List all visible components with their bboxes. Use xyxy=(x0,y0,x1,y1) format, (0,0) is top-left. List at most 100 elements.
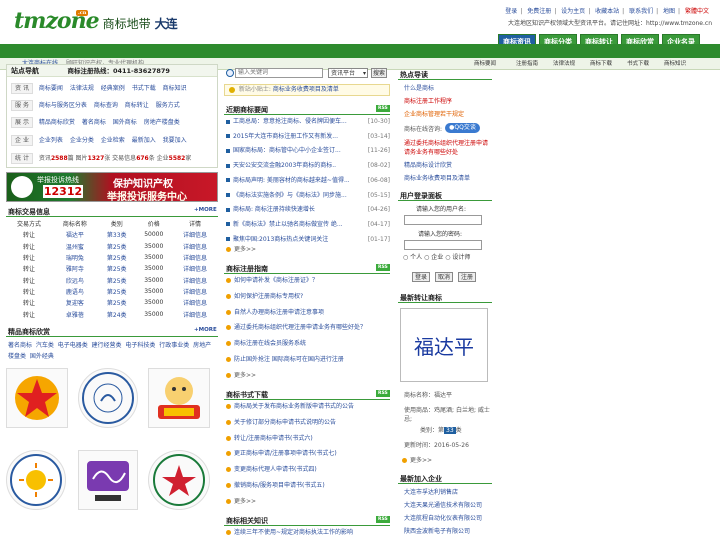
subnav-link-2[interactable]: 注册指南 xyxy=(516,58,538,70)
nav-link-method[interactable]: 服务方式 xyxy=(156,102,180,109)
download-item[interactable]: 商标局关于发布商标业务新版申请书式的公告 xyxy=(226,402,390,412)
news-item[interactable]: 新《商标法》禁止以驰名商标做宣传 绝... [04-17] xyxy=(226,220,390,230)
radio-personal[interactable]: ○ xyxy=(403,254,408,261)
trade-class[interactable]: 第25类 xyxy=(98,286,136,297)
newcomp-item-4[interactable]: 陕西金波新电子有限公司 xyxy=(404,526,470,535)
nav-link-fine[interactable]: 精品商标欣赏 xyxy=(39,119,75,126)
password-input[interactable] xyxy=(404,240,482,250)
trade-class[interactable]: 第33类 xyxy=(98,229,136,240)
guide-item[interactable]: 如何申请补发《商标注册证》？ xyxy=(226,276,390,286)
trademark-thumb-2[interactable] xyxy=(78,368,138,428)
radio-designer[interactable]: ○ xyxy=(445,254,450,261)
trade-detail[interactable]: 详细信息 xyxy=(172,263,218,274)
radio-company[interactable]: ○ xyxy=(424,254,429,261)
trade-more-link[interactable]: +MORE xyxy=(194,207,217,213)
news-rss-badge[interactable]: RSS xyxy=(376,105,390,112)
knowledge-rss-badge[interactable]: RSS xyxy=(376,516,390,523)
nav-link-query[interactable]: 商标查询 xyxy=(94,102,118,109)
nav-link-knowledge[interactable]: 商标知识 xyxy=(163,85,187,92)
guide-more-link[interactable]: 更多>> xyxy=(226,371,256,381)
download-more-link[interactable]: 更多>> xyxy=(226,497,256,507)
fine-more-link[interactable]: +MORE xyxy=(194,327,217,333)
username-input[interactable] xyxy=(404,215,482,225)
news-item[interactable]: 国家商标局：商标管中心中小企业签订... [11-26] xyxy=(226,146,390,156)
nav-link-law[interactable]: 法律法规 xyxy=(70,85,94,92)
trade-detail[interactable]: 详细信息 xyxy=(172,297,218,308)
fine-link-admin[interactable]: 行政事业类 xyxy=(159,342,189,349)
trade-name[interactable]: 温州蜜 xyxy=(52,241,98,252)
news-item[interactable]: 《商标法实施条例》与《商标法》同步施... [05-15] xyxy=(226,191,390,201)
guide-item[interactable]: 商标注册在线会员服务系统 xyxy=(226,339,390,349)
trade-name[interactable]: 卓雅蓓 xyxy=(52,308,98,319)
hot-link-2[interactable]: 商标注册工作程序 xyxy=(404,96,452,105)
download-item[interactable]: 关于修订部分商标申请书式说明的公告 xyxy=(226,418,390,428)
knowledge-item[interactable]: 连续三年不使用~规定对商标执法工作的影响 xyxy=(226,528,386,538)
tip-link[interactable]: 商标业务收费项目及清单 xyxy=(273,86,339,93)
hot-link-7[interactable]: 商标业务收费项目及清单 xyxy=(404,173,470,182)
top-link-favorite[interactable]: 收藏本站 xyxy=(595,8,619,15)
trademark-thumb-3[interactable] xyxy=(148,368,210,428)
guide-item[interactable]: 如何保护注册商标专用权? xyxy=(226,292,390,302)
hot-link-4[interactable]: 通过委托商标组织代理注册申请 xyxy=(404,138,488,147)
hot-link-6[interactable]: 精品商标设计欣赏 xyxy=(404,160,452,169)
newcomp-item-3[interactable]: 大连航程自动化仪表有限公司 xyxy=(404,513,482,522)
nav-link-company-join[interactable]: 我要加入 xyxy=(163,137,187,144)
trade-class[interactable]: 第25类 xyxy=(98,274,136,285)
trade-detail[interactable]: 详细信息 xyxy=(172,274,218,285)
top-link-map[interactable]: 地图 xyxy=(663,8,675,15)
search-input[interactable] xyxy=(235,68,323,78)
subnav-link-4[interactable]: 商标下载 xyxy=(590,58,612,70)
trademark-thumb-1[interactable] xyxy=(6,368,68,428)
login-button[interactable]: 登录 xyxy=(412,272,430,282)
guide-item[interactable]: 防止国外抢注 国际商标可在国内进行注册 xyxy=(226,355,390,365)
download-rss-badge[interactable]: RSS xyxy=(376,390,390,397)
trademark-thumb-6[interactable] xyxy=(148,450,210,510)
news-item[interactable]: 天安公安交流金融2003年商标的商标.. [08-02] xyxy=(226,161,390,171)
subnav-link-5[interactable]: 书式下载 xyxy=(627,58,649,70)
guide-item[interactable]: 自然人办理商标注册申请注意事项 xyxy=(226,308,390,318)
download-item[interactable]: 撤销商标/服务项目申请书(书式五) xyxy=(226,481,390,491)
subnav-link-1[interactable]: 商标要闻 xyxy=(474,58,496,70)
hot-link-1[interactable]: 什么是商标 xyxy=(404,83,434,92)
trade-name[interactable]: 瑞明兔 xyxy=(52,252,98,263)
nav-link-transfer[interactable]: 商标转让 xyxy=(125,102,149,109)
top-link-login[interactable]: 登录 xyxy=(505,8,517,15)
nav-link-download[interactable]: 书式下载 xyxy=(132,85,156,92)
top-link-sethome[interactable]: 设为主页 xyxy=(561,8,585,15)
guide-item[interactable]: 通过委托商标组织代理注册申请业务有哪些好处？ xyxy=(226,323,390,333)
news-item[interactable]: 商标局声明: 美丽容材的商标越来越~值得... [06-08] xyxy=(226,176,390,186)
latest-more-link[interactable]: 更多>> xyxy=(402,455,432,464)
trade-class[interactable]: 第25类 xyxy=(98,297,136,308)
fine-link-famous[interactable]: 著名商标 xyxy=(8,342,32,349)
nav-link-company-list[interactable]: 企业列表 xyxy=(39,137,63,144)
fine-link-tech[interactable]: 电子科技类 xyxy=(125,342,155,349)
subnav-link-3[interactable]: 法律法规 xyxy=(553,58,575,70)
trade-class[interactable]: 第24类 xyxy=(98,308,136,319)
download-item[interactable]: 更正商标申请/注册事项申请书(书式七) xyxy=(226,449,390,459)
register-button[interactable]: 注册 xyxy=(458,272,476,282)
news-item[interactable]: 聚焦中国:2013商标热点关键词关注 [01-17] xyxy=(226,235,390,245)
cancel-button[interactable]: 取消 xyxy=(435,272,453,282)
trademark-thumb-5[interactable] xyxy=(78,450,138,510)
trade-detail[interactable]: 详细信息 xyxy=(172,252,218,263)
nav-link-company-new[interactable]: 最新加入 xyxy=(132,137,156,144)
fine-link-bank[interactable]: 建行经营类 xyxy=(92,342,122,349)
trade-class[interactable]: 第25类 xyxy=(98,252,136,263)
latest-trademark-image[interactable]: 福达平 xyxy=(400,308,488,382)
top-link-register[interactable]: 免费注册 xyxy=(527,8,551,15)
trade-name[interactable]: 鹿语鸟 xyxy=(52,286,98,297)
top-link-contact[interactable]: 联系我们 xyxy=(629,8,653,15)
trade-class[interactable]: 第25类 xyxy=(98,263,136,274)
nav-link-company-class[interactable]: 企业分类 xyxy=(70,137,94,144)
trade-class[interactable]: 第25类 xyxy=(98,241,136,252)
fine-link-car[interactable]: 汽车类 xyxy=(36,342,54,349)
search-button[interactable]: 搜索 xyxy=(371,68,387,78)
nav-link-case[interactable]: 经典案例 xyxy=(101,85,125,92)
download-item[interactable]: 变更商标代理人申请书(书式四) xyxy=(226,465,390,475)
news-item[interactable]: 工商总局：意意抢注商标、侵名牌因便车... [10-30] xyxy=(226,117,390,127)
trade-detail[interactable]: 详细信息 xyxy=(172,241,218,252)
site-logo[interactable]: tmzone .cn 商标地带 大连 xyxy=(14,8,178,34)
nav-link-company-search[interactable]: 企业检索 xyxy=(101,137,125,144)
trade-name[interactable]: 复迎客 xyxy=(52,297,98,308)
search-scope-select[interactable]: 资讯平台 ▾ xyxy=(328,68,368,78)
